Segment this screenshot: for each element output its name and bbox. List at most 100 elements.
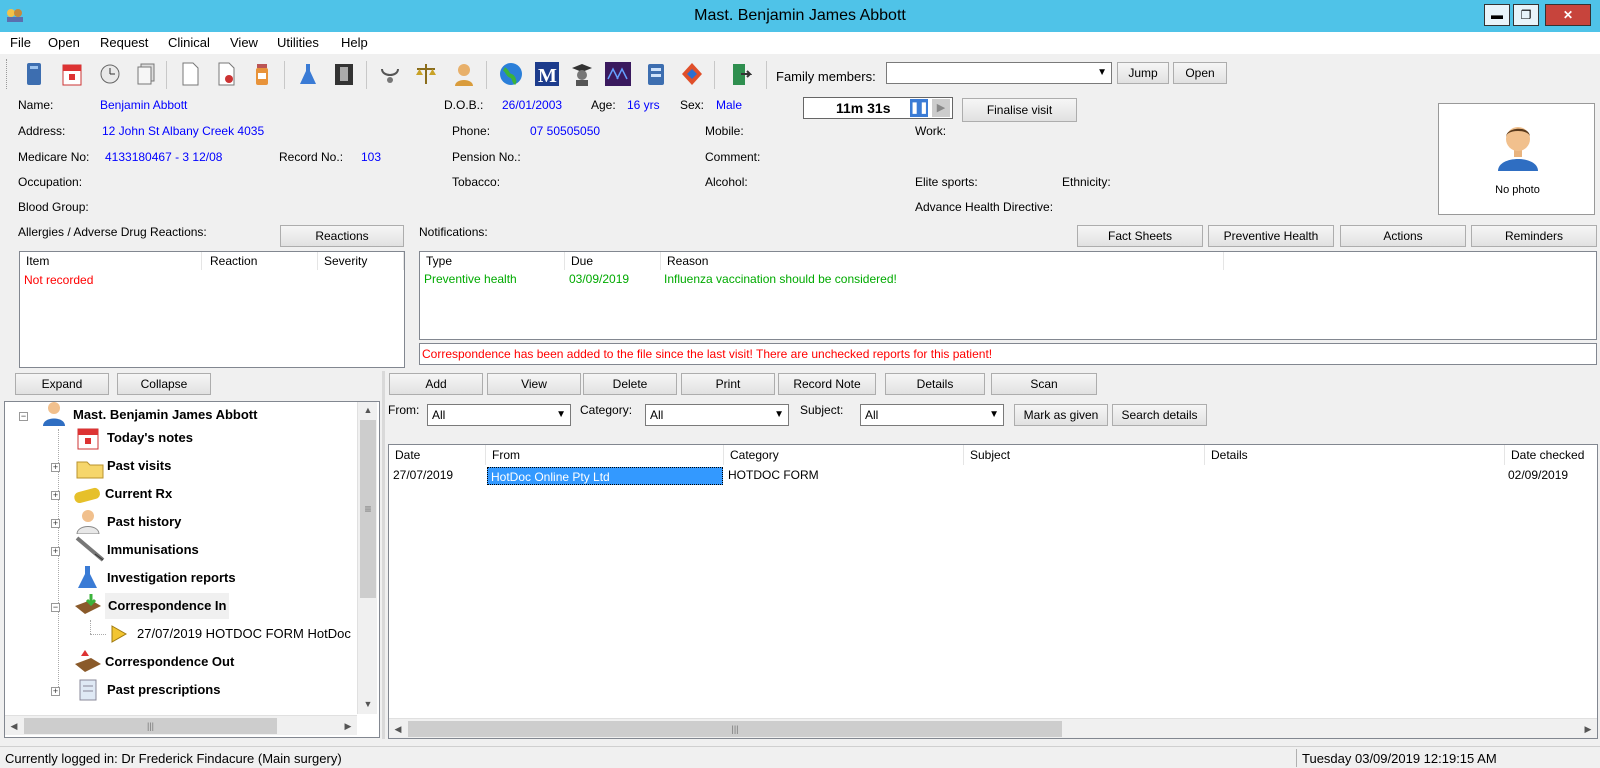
- fact-sheets-button[interactable]: Fact Sheets: [1077, 225, 1203, 247]
- reactions-button[interactable]: Reactions: [280, 225, 404, 247]
- correspondence-list[interactable]: Date From Category Subject Details Date …: [388, 444, 1598, 739]
- view-button[interactable]: View: [487, 373, 581, 395]
- tree-item-past-visits[interactable]: Past visits: [107, 453, 171, 479]
- diamond-icon[interactable]: [680, 61, 704, 87]
- menu-open[interactable]: Open: [48, 35, 80, 50]
- person-icon[interactable]: [452, 61, 476, 87]
- panel-splitter[interactable]: [382, 371, 385, 739]
- corr-col-details[interactable]: Details: [1205, 445, 1505, 465]
- collapse-toggle[interactable]: −: [19, 412, 28, 421]
- family-members-select[interactable]: ▼: [886, 62, 1112, 84]
- scroll-right-arrow[interactable]: ▶: [1579, 719, 1597, 738]
- mims-icon[interactable]: M: [534, 61, 560, 87]
- corr-col-category[interactable]: Category: [724, 445, 964, 465]
- menu-view[interactable]: View: [230, 35, 258, 50]
- tree-item-current-rx[interactable]: Current Rx: [105, 481, 172, 507]
- tree-item-correspondence-in[interactable]: Correspondence In: [105, 593, 230, 619]
- notifications-list[interactable]: Type Due Reason Preventive health 03/09/…: [419, 251, 1597, 340]
- details-button[interactable]: Details: [885, 373, 985, 395]
- notifications-col-reason[interactable]: Reason: [661, 252, 1224, 270]
- patient-photo[interactable]: No photo: [1438, 103, 1595, 215]
- mark-as-given-button[interactable]: Mark as given: [1014, 404, 1108, 426]
- patient-tree[interactable]: − Mast. Benjamin James Abbott Today's no…: [4, 401, 380, 738]
- scan-button[interactable]: Scan: [991, 373, 1097, 395]
- scroll-left-arrow[interactable]: ◀: [5, 716, 23, 736]
- binder-icon[interactable]: [22, 61, 46, 87]
- search-details-button[interactable]: Search details: [1112, 404, 1207, 426]
- category-filter-select[interactable]: All ▼: [645, 404, 789, 426]
- new-document-icon[interactable]: [178, 61, 202, 87]
- minimize-button[interactable]: ▬: [1484, 4, 1510, 26]
- tree-item-investigation-reports[interactable]: Investigation reports: [107, 565, 236, 591]
- pause-icon[interactable]: ❚❚: [910, 99, 928, 117]
- scroll-right-arrow[interactable]: ▶: [339, 716, 357, 736]
- notification-row[interactable]: Preventive health 03/09/2019 Influenza v…: [420, 271, 1596, 289]
- preventive-health-button[interactable]: Preventive Health: [1208, 225, 1334, 247]
- delete-button[interactable]: Delete: [583, 373, 677, 395]
- close-button[interactable]: ✕: [1545, 4, 1591, 26]
- menu-request[interactable]: Request: [100, 35, 148, 50]
- scales-icon[interactable]: [414, 61, 438, 87]
- scroll-left-arrow[interactable]: ◀: [389, 719, 407, 738]
- flask-icon[interactable]: [296, 61, 320, 87]
- table-row[interactable]: 27/07/2019 HotDoc Online Pty Ltd HOTDOC …: [389, 467, 1597, 485]
- jump-button[interactable]: Jump: [1117, 62, 1169, 84]
- graduate-icon[interactable]: [570, 61, 594, 87]
- scroll-down-arrow[interactable]: ▼: [358, 696, 378, 713]
- corr-horizontal-scrollbar[interactable]: ◀ ||| ▶: [389, 718, 1597, 738]
- exit-door-icon[interactable]: [728, 61, 753, 87]
- record-note-button[interactable]: Record Note: [778, 373, 876, 395]
- collapse-toggle[interactable]: −: [51, 603, 60, 612]
- xray-icon[interactable]: [332, 61, 356, 87]
- corr-col-date[interactable]: Date: [389, 445, 486, 465]
- tree-vertical-scrollbar[interactable]: ▲ ≡ ▼: [357, 402, 377, 714]
- expand-toggle[interactable]: +: [51, 547, 60, 556]
- clock-icon[interactable]: [98, 61, 122, 87]
- play-icon[interactable]: ▶: [932, 99, 950, 117]
- add-button[interactable]: Add: [389, 373, 483, 395]
- allergies-list[interactable]: Item Reaction Severity Not recorded: [19, 251, 405, 368]
- allergies-col-severity[interactable]: Severity: [318, 252, 404, 270]
- collapse-button[interactable]: Collapse: [117, 373, 211, 395]
- allergies-col-reaction[interactable]: Reaction: [202, 252, 318, 270]
- tree-item-correspondence-out[interactable]: Correspondence Out: [105, 649, 234, 675]
- scroll-up-arrow[interactable]: ▲: [358, 402, 378, 419]
- allergies-col-item[interactable]: Item: [20, 252, 202, 270]
- database-icon[interactable]: [644, 61, 668, 87]
- from-filter-select[interactable]: All ▼: [427, 404, 571, 426]
- tree-item-todays-notes[interactable]: Today's notes: [107, 425, 193, 451]
- scroll-thumb[interactable]: |||: [408, 721, 1062, 737]
- tree-item-past-history[interactable]: Past history: [107, 509, 181, 535]
- finalise-visit-button[interactable]: Finalise visit: [962, 98, 1077, 122]
- notifications-col-due[interactable]: Due: [565, 252, 661, 270]
- menu-help[interactable]: Help: [341, 35, 368, 50]
- tree-horizontal-scrollbar[interactable]: ◀ ||| ▶: [5, 715, 357, 735]
- documents-icon[interactable]: [134, 61, 158, 87]
- expand-toggle[interactable]: +: [51, 491, 60, 500]
- actions-button[interactable]: Actions: [1340, 225, 1466, 247]
- notifications-col-type[interactable]: Type: [420, 252, 565, 270]
- open-button[interactable]: Open: [1173, 62, 1227, 84]
- expand-toggle[interactable]: +: [51, 519, 60, 528]
- print-button[interactable]: Print: [681, 373, 775, 395]
- menu-clinical[interactable]: Clinical: [168, 35, 210, 50]
- tree-item-past-prescriptions[interactable]: Past prescriptions: [107, 677, 220, 703]
- corr-col-from[interactable]: From: [486, 445, 724, 465]
- corr-col-subject[interactable]: Subject: [964, 445, 1205, 465]
- report-icon[interactable]: [214, 61, 238, 87]
- corr-col-date-checked[interactable]: Date checked: [1505, 445, 1597, 465]
- menu-utilities[interactable]: Utilities: [277, 35, 319, 50]
- scroll-thumb[interactable]: |||: [24, 718, 277, 734]
- ama-icon[interactable]: [604, 61, 632, 87]
- tree-child-item[interactable]: 27/07/2019 HOTDOC FORM HotDoc: [137, 621, 351, 647]
- expand-toggle[interactable]: +: [51, 687, 60, 696]
- expand-toggle[interactable]: +: [51, 463, 60, 472]
- menu-file[interactable]: File: [10, 35, 31, 50]
- calendar-icon[interactable]: [60, 61, 84, 87]
- reminders-button[interactable]: Reminders: [1471, 225, 1597, 247]
- restore-button[interactable]: ❐: [1513, 4, 1539, 26]
- expand-button[interactable]: Expand: [15, 373, 109, 395]
- stethoscope-icon[interactable]: [378, 61, 402, 87]
- scroll-thumb[interactable]: ≡: [360, 420, 376, 598]
- tree-item-immunisations[interactable]: Immunisations: [107, 537, 199, 563]
